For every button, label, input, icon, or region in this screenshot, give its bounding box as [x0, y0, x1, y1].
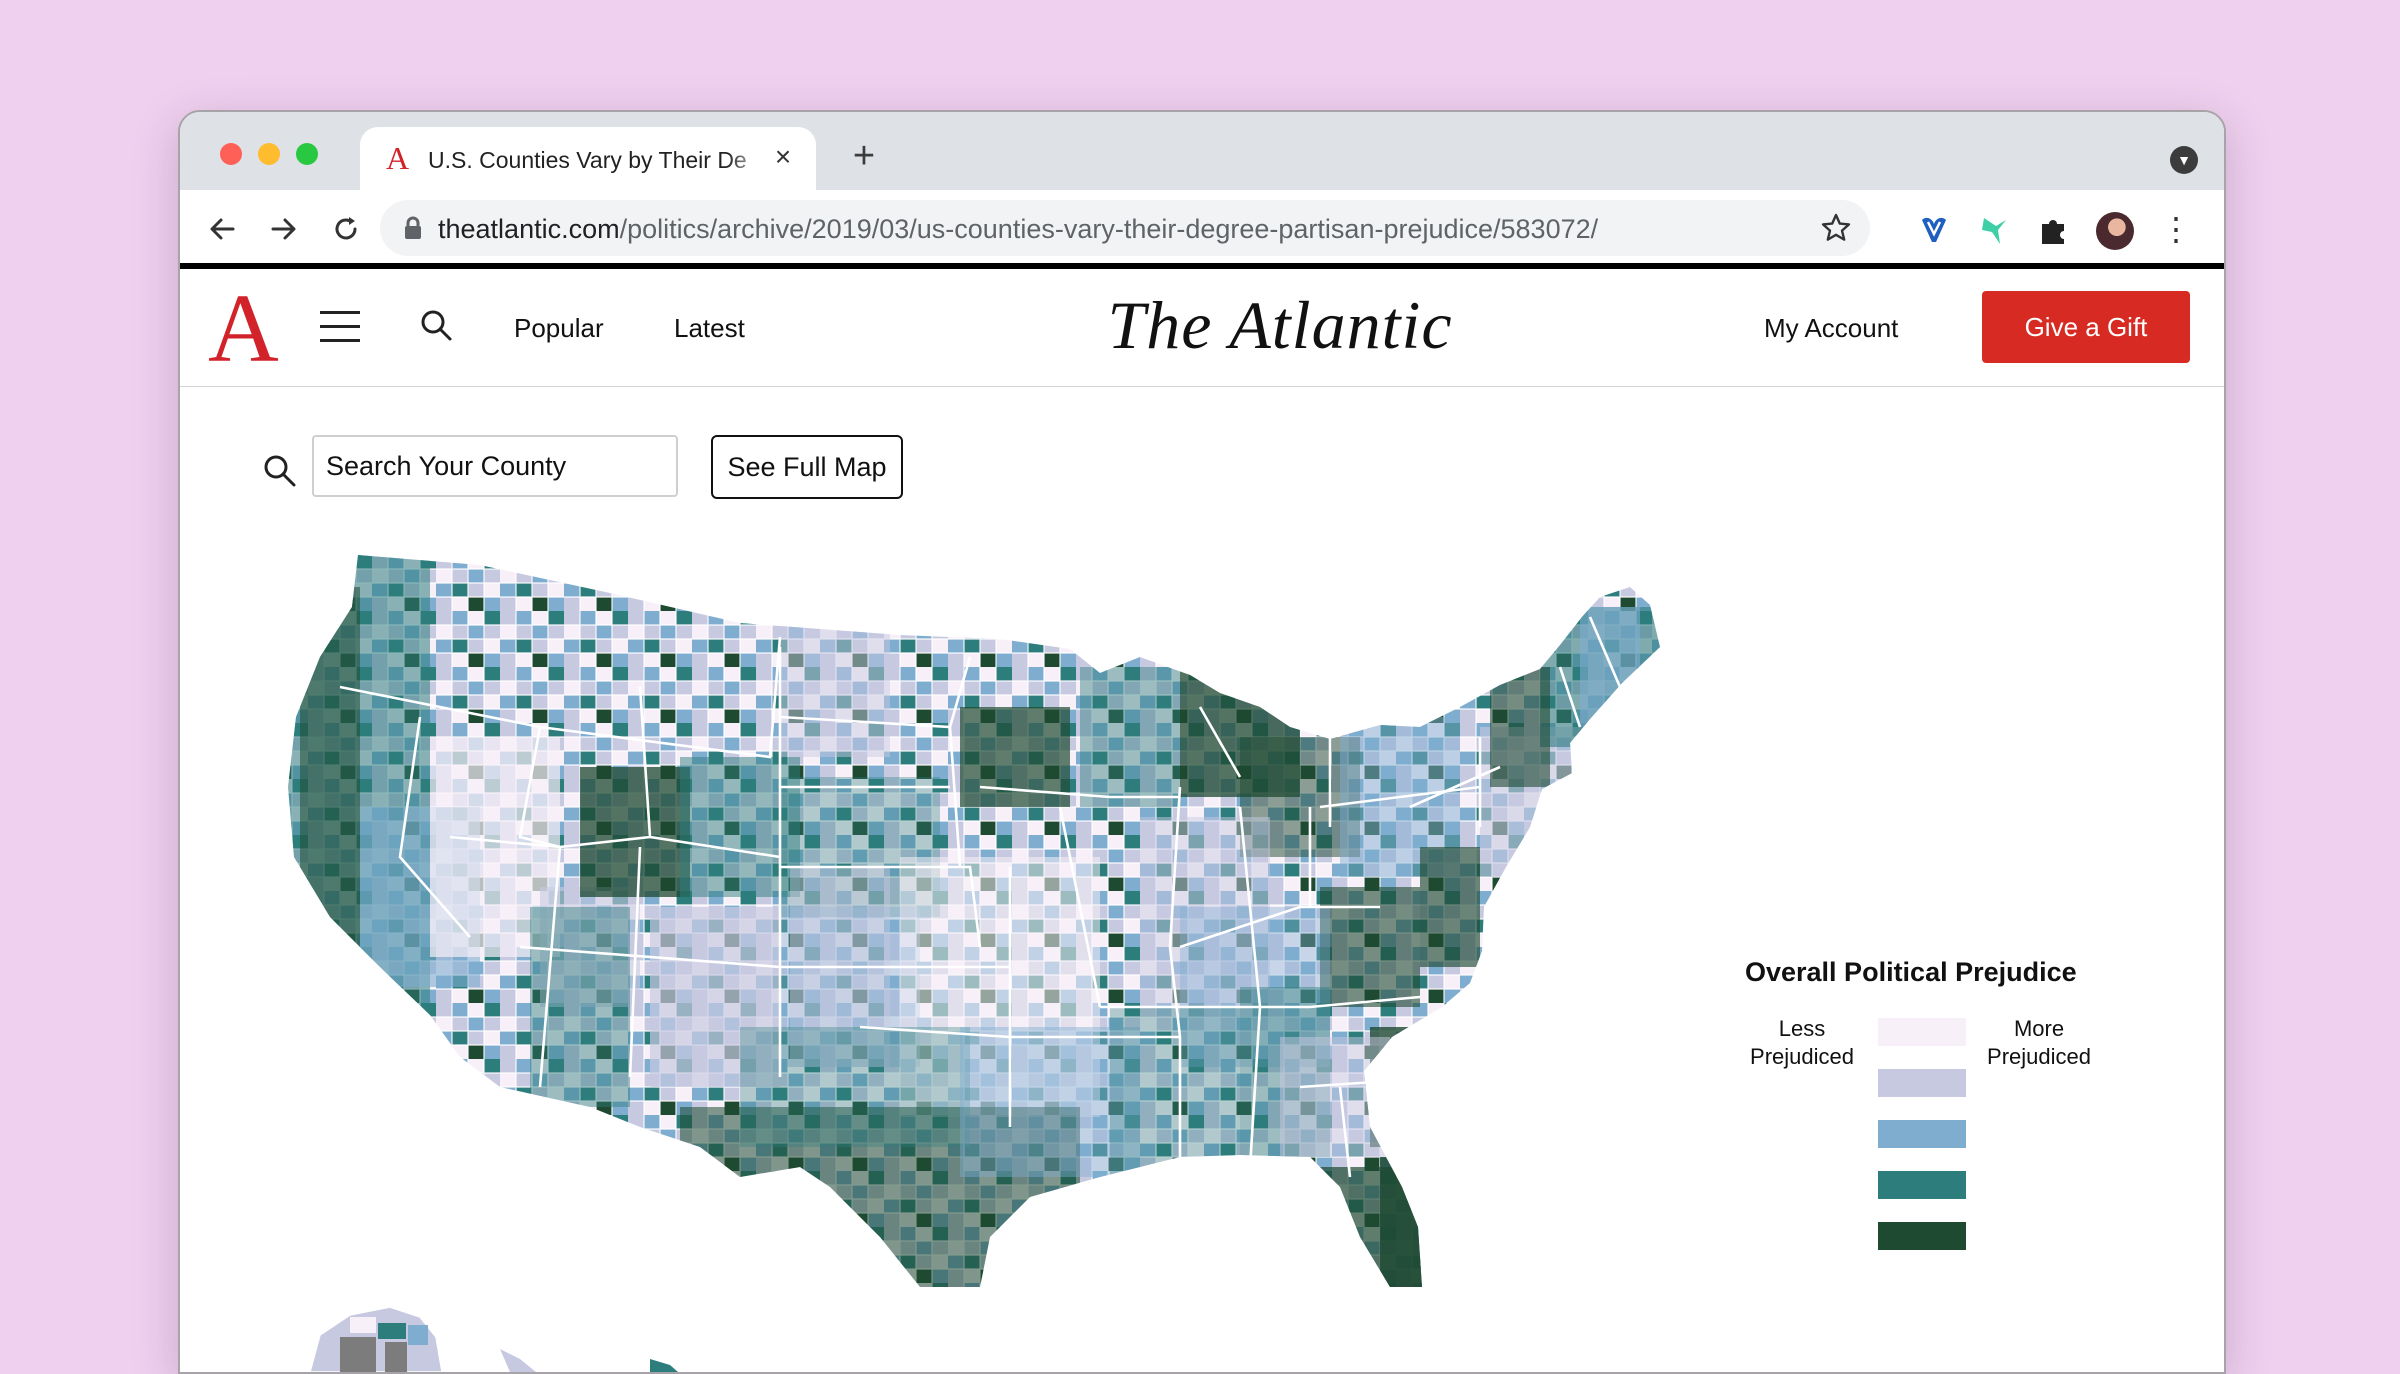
profile-avatar[interactable]	[2096, 212, 2134, 250]
legend-less-label: Less Prejudiced	[1750, 1016, 1854, 1069]
hamburger-menu-icon[interactable]	[320, 311, 360, 343]
back-arrow-icon	[210, 218, 235, 240]
map-counties-layer[interactable]	[280, 547, 1680, 1307]
site-logo[interactable]: The Atlantic	[1030, 285, 1530, 365]
forward-button[interactable]	[264, 210, 304, 250]
lock-icon	[405, 216, 421, 239]
extension-hummingbird-icon[interactable]	[1976, 212, 2012, 248]
legend-swatch-4	[1878, 1171, 1966, 1199]
close-tab-icon[interactable]: ×	[770, 143, 796, 171]
maximize-window-button[interactable]	[296, 143, 318, 165]
browser-toolbar: theatlantic.com/politics/archive/2019/03…	[180, 190, 2224, 271]
atlantic-brand-mark[interactable]: A	[208, 279, 279, 379]
article-content: See Full Map Overall Political Prejudice…	[180, 387, 2224, 1372]
nav-latest[interactable]: Latest	[674, 311, 745, 345]
tab-strip: A U.S. Counties Vary by Their De × + ▼	[180, 112, 2224, 190]
url-path: /politics/archive/2019/03/us-counties-va…	[619, 214, 1599, 244]
back-button[interactable]	[202, 210, 242, 250]
legend-swatch-5	[1878, 1222, 1966, 1250]
atlantic-favicon-icon: A	[386, 140, 410, 176]
close-window-button[interactable]	[220, 143, 242, 165]
alaska-map[interactable]	[309, 1306, 443, 1372]
county-search-icon	[264, 455, 296, 487]
forward-arrow-icon	[271, 218, 296, 240]
tab-title: U.S. Counties Vary by Their De	[428, 147, 747, 173]
url-host: theatlantic.com	[438, 214, 620, 244]
legend-more-label: More Prejudiced	[1987, 1016, 2091, 1069]
legend-swatch-2	[1878, 1069, 1966, 1097]
reload-button[interactable]	[326, 210, 366, 250]
address-bar[interactable]: theatlantic.com/politics/archive/2019/03…	[380, 200, 1870, 256]
reload-icon	[335, 217, 357, 240]
legend-swatch-1	[1878, 1018, 1966, 1046]
see-full-map-button[interactable]: See Full Map	[711, 435, 903, 499]
url-text: theatlantic.com/politics/archive/2019/03…	[438, 213, 1598, 245]
nav-popular[interactable]: Popular	[514, 311, 604, 345]
give-a-gift-button[interactable]: Give a Gift	[1982, 291, 2190, 363]
bookmark-star-icon[interactable]	[1820, 212, 1852, 244]
legend-swatch-3	[1878, 1120, 1966, 1148]
minimize-window-button[interactable]	[258, 143, 280, 165]
my-account-link[interactable]: My Account	[1764, 311, 1898, 345]
site-header: A Popular Latest The Atlantic My Account…	[180, 269, 2224, 388]
site-search-icon[interactable]	[418, 307, 454, 343]
extensions-puzzle-icon[interactable]	[2036, 212, 2072, 248]
browser-window: A U.S. Counties Vary by Their De × + ▼ t…	[178, 110, 2226, 1374]
browser-menu-icon[interactable]: ⋮	[2160, 210, 2192, 250]
browser-tab-active[interactable]: A U.S. Counties Vary by Their De ×	[360, 127, 816, 190]
hawaii-map[interactable]	[500, 1349, 678, 1372]
county-search-input[interactable]	[312, 435, 678, 497]
extension-heart-icon[interactable]	[1916, 212, 1952, 248]
new-tab-button[interactable]: +	[846, 137, 882, 175]
tab-search-icon[interactable]: ▼	[2170, 146, 2198, 174]
legend-title: Overall Political Prejudice	[1745, 957, 2077, 987]
